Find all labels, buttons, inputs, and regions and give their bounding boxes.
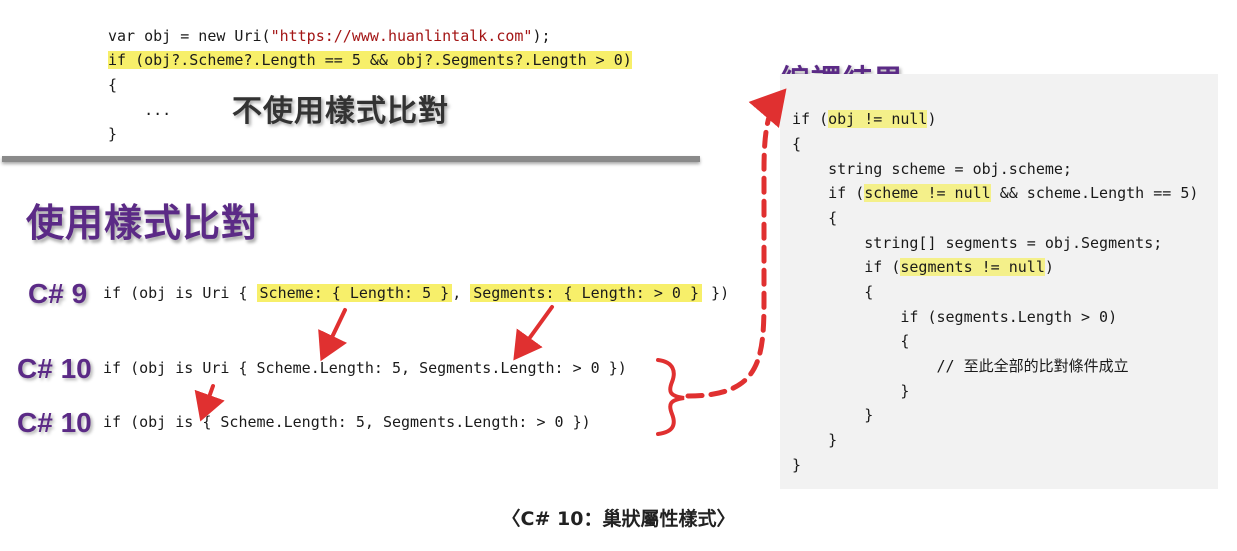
arrow-scheme (318, 308, 348, 362)
arrow-segments (513, 305, 554, 361)
figure-caption: 〈C# 10：巢狀屬性樣式〉 (501, 508, 736, 530)
dashed-arrow-to-result (685, 88, 787, 399)
brace-icon (656, 358, 685, 436)
annotation-arrows (194, 88, 787, 436)
arrow-type-omitted (194, 384, 225, 422)
